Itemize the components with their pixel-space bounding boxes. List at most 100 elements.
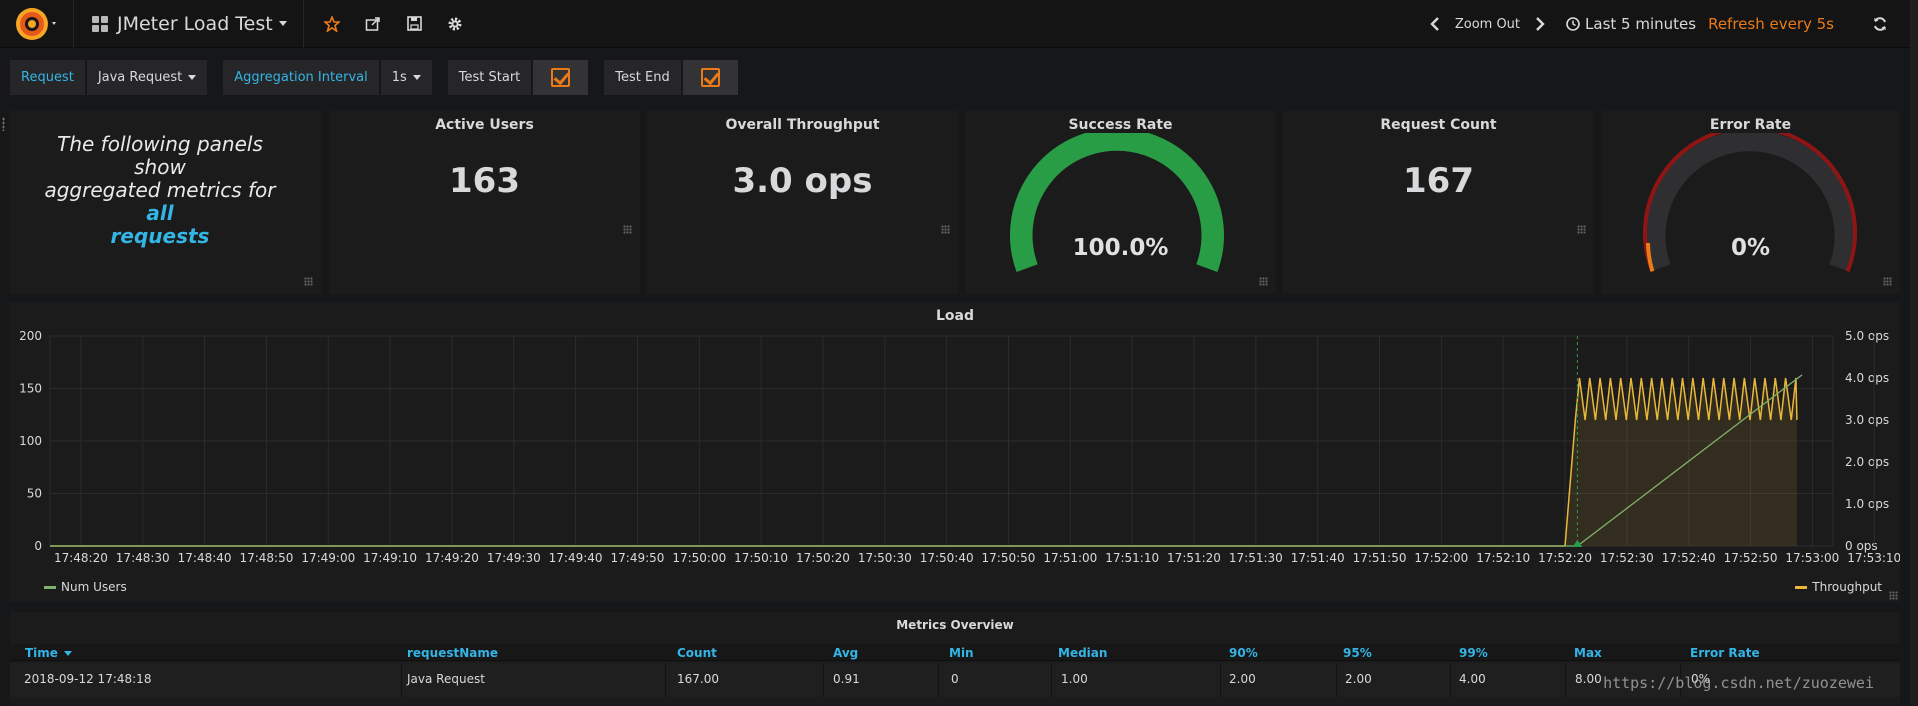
column-header-min[interactable]: Min — [949, 646, 974, 660]
request-variable-label: Request — [10, 60, 85, 95]
column-header-p95[interactable]: 95% — [1343, 646, 1372, 660]
column-header-avg[interactable]: Avg — [833, 646, 858, 660]
success-rate-value: 100.0% — [1072, 235, 1169, 261]
y-left-tick-label: 150 — [19, 382, 42, 396]
time-back-button[interactable] — [1425, 17, 1445, 31]
page-scrollbar[interactable] — [1910, 0, 1918, 705]
active-users-value: 163 — [449, 161, 520, 201]
error-rate-gauge — [1643, 133, 1857, 273]
text-line-2: aggregated metrics for — [44, 178, 276, 202]
active-users-panel[interactable]: Active Users 163 — [329, 111, 640, 294]
resize-handle[interactable] — [623, 225, 632, 234]
success-rate-gauge — [1010, 133, 1224, 272]
load-graph-panel[interactable]: Load 0 50 100 150 200 0 ops 1.0 ops 2.0 ops 3.0 … — [10, 302, 1900, 602]
x-tick-label: 17:49:00 — [301, 551, 355, 565]
test-end-label: Test End — [604, 60, 681, 95]
success-rate-panel[interactable]: Success Rate 100.0% — [965, 111, 1276, 294]
aggregation-interval-dropdown[interactable]: 1s — [380, 60, 432, 95]
column-header-p90[interactable]: 90% — [1229, 646, 1258, 660]
time-picker[interactable]: Last 5 minutes Refresh every 5s — [1566, 15, 1834, 33]
text-highlight-all: all — [146, 201, 174, 225]
panel-title[interactable]: Error Rate — [1601, 117, 1900, 133]
cell-max: 8.00 — [1575, 672, 1602, 686]
resize-handle[interactable] — [304, 277, 313, 286]
x-tick-label: 17:50:30 — [858, 551, 912, 565]
resize-handle[interactable] — [1259, 277, 1268, 286]
column-header-count[interactable]: Count — [677, 646, 717, 660]
watermark-text: https://blog.csdn.net/zuozewei — [1603, 674, 1874, 692]
throughput-panel[interactable]: Overall Throughput 3.0 ops — [647, 111, 958, 294]
x-tick-label: 17:51:40 — [1291, 551, 1345, 565]
dashboard-picker[interactable]: JMeter Load Test — [74, 0, 304, 48]
error-rate-panel[interactable]: Error Rate 0% — [1601, 111, 1900, 294]
test-end-checkbox[interactable] — [682, 60, 738, 95]
request-count-panel[interactable]: Request Count 167 — [1283, 111, 1594, 294]
star-button[interactable] — [312, 0, 353, 48]
share-icon — [365, 16, 380, 31]
chevron-down-icon — [412, 75, 421, 80]
x-tick-label: 17:53:10 — [1847, 551, 1900, 565]
x-tick-label: 17:52:00 — [1414, 551, 1468, 565]
cell-median: 1.00 — [1061, 672, 1088, 686]
x-tick-label: 17:50:50 — [982, 551, 1036, 565]
column-header-requestname[interactable]: requestName — [407, 646, 498, 660]
column-header-max[interactable]: Max — [1574, 646, 1602, 660]
aggregation-interval-label: Aggregation Interval — [223, 60, 379, 95]
resize-handle[interactable] — [1883, 277, 1892, 286]
column-header-median[interactable]: Median — [1058, 646, 1107, 660]
x-tick-label: 17:52:20 — [1538, 551, 1592, 565]
test-start-label: Test Start — [447, 60, 532, 95]
x-tick-label: 17:52:30 — [1600, 551, 1654, 565]
aggregation-interval-value: 1s — [391, 70, 407, 85]
load-chart[interactable]: 0501001502000 ops1.0 ops2.0 ops3.0 ops4.… — [10, 302, 1900, 602]
grafana-menu[interactable] — [0, 0, 74, 48]
save-button[interactable] — [394, 0, 435, 48]
x-tick-label: 17:50:00 — [672, 551, 726, 565]
share-button[interactable] — [353, 0, 394, 48]
cell-requestname: Java Request — [407, 672, 485, 686]
template-variables: Request Java Request Aggregation Interva… — [10, 60, 740, 95]
legend-swatch — [1795, 585, 1808, 589]
text-line-1: The following panels show — [57, 132, 263, 179]
request-variable-dropdown[interactable]: Java Request — [86, 60, 208, 95]
grafana-logo-icon — [15, 7, 56, 40]
resize-handle[interactable] — [1577, 225, 1586, 234]
checkbox-checked-icon — [551, 68, 571, 87]
x-tick-label: 17:50:10 — [734, 551, 788, 565]
y-right-tick-label: 2.0 ops — [1845, 455, 1889, 469]
error-rate-value: 0% — [1730, 235, 1771, 261]
x-tick-label: 17:52:10 — [1476, 551, 1530, 565]
refresh-button[interactable] — [1862, 16, 1898, 32]
refresh-icon — [1874, 17, 1886, 31]
x-tick-label: 17:53:00 — [1785, 551, 1839, 565]
panel-title[interactable]: Overall Throughput — [647, 117, 958, 133]
column-header-error-rate[interactable]: Error Rate — [1690, 646, 1760, 660]
throughput-line — [50, 377, 1798, 547]
column-header-time[interactable]: Time — [25, 646, 72, 660]
panel-title[interactable]: Metrics Overview — [10, 618, 1900, 632]
x-tick-label: 17:51:00 — [1043, 551, 1097, 565]
legend-throughput[interactable]: Throughput — [1795, 580, 1882, 594]
resize-handle[interactable] — [1889, 591, 1898, 600]
panel-title[interactable]: Active Users — [329, 117, 640, 133]
resize-handle[interactable] — [941, 225, 950, 234]
x-tick-label: 17:52:50 — [1724, 551, 1778, 565]
x-tick-label: 17:51:50 — [1353, 551, 1407, 565]
legend-swatch — [44, 585, 56, 589]
num-users-line — [50, 374, 1803, 547]
column-header-p99[interactable]: 99% — [1459, 646, 1488, 660]
checkbox-checked-icon — [700, 68, 720, 87]
legend-num-users[interactable]: Num Users — [44, 580, 127, 594]
x-tick-label: 17:50:20 — [796, 551, 850, 565]
top-navbar: JMeter Load Test Zoom Out Last 5 minutes… — [0, 0, 1918, 48]
row-drag-handle[interactable] — [2, 117, 5, 131]
panel-title[interactable]: Success Rate — [965, 117, 1276, 133]
test-start-checkbox[interactable] — [533, 60, 589, 95]
zoom-out-button[interactable]: Zoom Out — [1455, 17, 1520, 32]
panel-title[interactable]: Request Count — [1283, 117, 1594, 133]
metrics-overview-panel[interactable]: Metrics Overview Time requestName Count … — [10, 612, 1900, 705]
settings-button[interactable] — [435, 0, 476, 48]
time-forward-button[interactable] — [1530, 17, 1550, 31]
y-right-tick-label: 5.0 ops — [1845, 329, 1889, 343]
x-tick-label: 17:50:40 — [920, 551, 974, 565]
